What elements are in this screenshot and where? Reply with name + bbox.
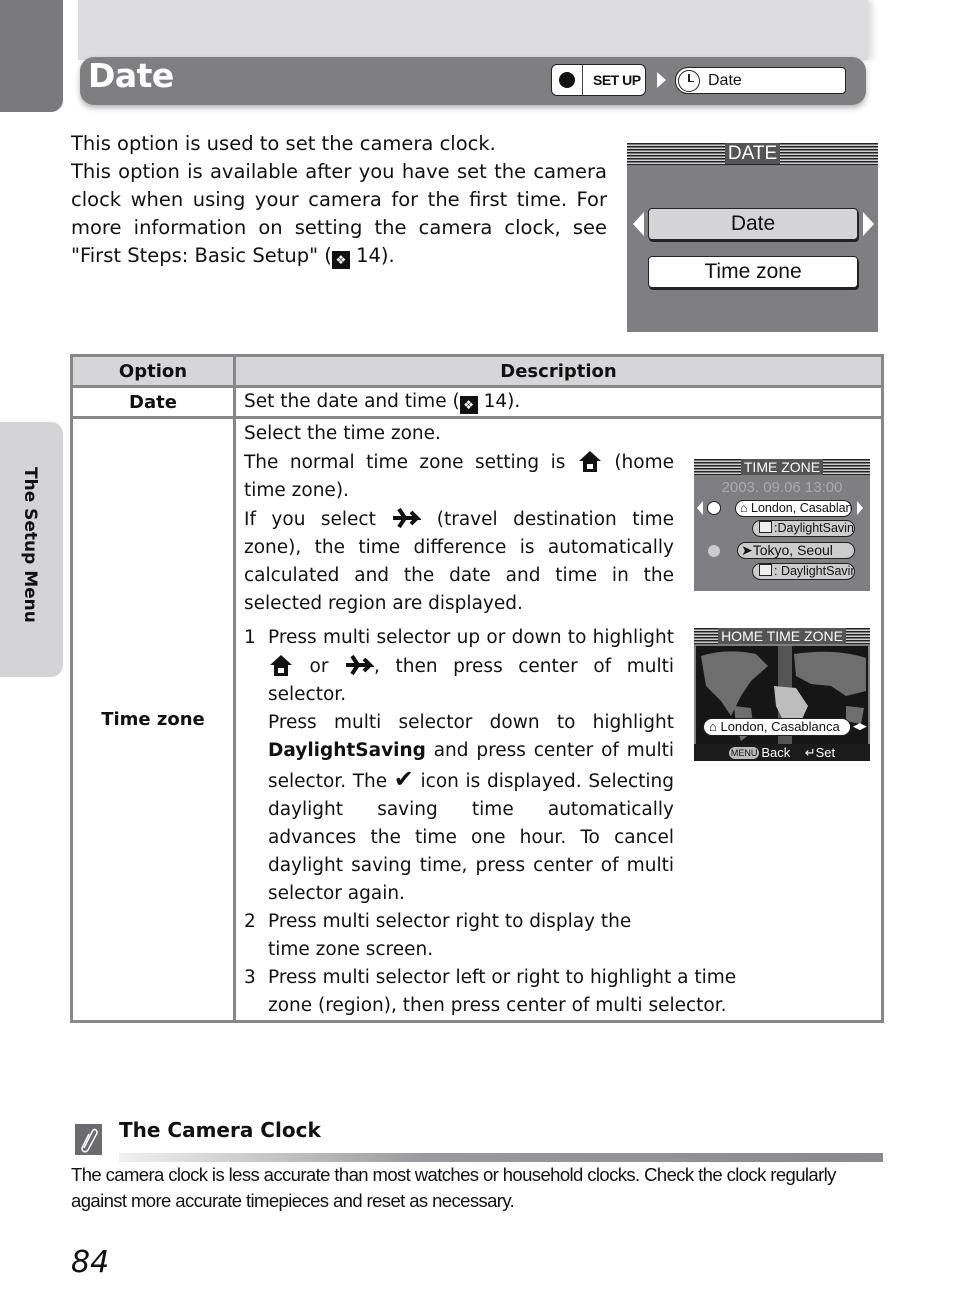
airplane-icon	[346, 654, 375, 676]
region-pill[interactable]: ⌂ London, Casablanca	[703, 718, 851, 736]
table-row: Date Set the date and time (❖ 14).	[70, 385, 884, 419]
clock-icon	[678, 69, 700, 92]
steps-list: 1 Press multi selector up or down to high…	[244, 624, 674, 908]
radio-unselected-icon[interactable]	[708, 545, 720, 557]
left-arrow-icon	[697, 501, 703, 515]
table-header-row: Option Description	[70, 354, 884, 388]
header-description: Description	[233, 354, 884, 388]
tz-para-2: The normal time zone setting is (home ti…	[244, 448, 674, 505]
travel-zone-pill[interactable]: ➤Tokyo, Seoul	[737, 542, 855, 559]
checkbox-icon	[759, 564, 772, 576]
tz-para-1: Select the time zone.	[244, 423, 441, 444]
note-title: The Camera Clock	[119, 1118, 321, 1142]
note-body: The camera clock is less accurate than m…	[71, 1164, 836, 1211]
home-icon	[578, 451, 601, 472]
left-arrow-icon	[633, 212, 644, 236]
option-date: Date	[70, 385, 236, 419]
home-icon	[270, 655, 292, 676]
step-1: 1 Press multi selector up or down to high…	[244, 627, 674, 904]
home-dst-toggle[interactable]: :DaylightSaving	[752, 520, 855, 537]
book-reference-icon: ❖	[331, 251, 350, 269]
intro-text: This option is used to set the camera cl…	[71, 130, 607, 270]
screen-footer: MENU Back ↵Set	[694, 744, 870, 761]
page-title: Date	[88, 56, 174, 95]
checkbox-icon	[759, 521, 772, 533]
breadcrumb-date-label: Date	[708, 71, 742, 89]
back-label: Back	[761, 745, 791, 760]
steps-list-continued: 2 Press multi selector right to display t…	[244, 908, 759, 1020]
chapter-side-tab-label: The Setup Menu	[20, 467, 40, 623]
intro-line-2: This option is available after you have …	[71, 158, 607, 270]
step-2: 2 Press multi selector right to display t…	[244, 911, 632, 960]
right-arrow-icon	[863, 212, 874, 236]
screen-title: DATE	[627, 143, 878, 165]
breadcrumb-date-item: Date	[675, 67, 846, 94]
menu-button-icon: MENU	[728, 747, 760, 759]
right-arrow-icon	[857, 501, 863, 515]
tz-para-3: If you select (travel destination time z…	[244, 505, 674, 618]
travel-dst-toggle[interactable]: : DaylightSaving	[752, 563, 855, 580]
datetime-readout: 2003. 09.06 13:00	[721, 479, 843, 496]
intro-line-1: This option is used to set the camera cl…	[71, 132, 496, 155]
breadcrumb-setup-menu: SET UP	[551, 64, 646, 96]
option-time-zone: Time zone	[70, 416, 236, 1023]
step-3: 3 Press multi selector left or right to h…	[244, 967, 737, 1016]
set-label: Set	[815, 745, 836, 760]
breadcrumb-setup-label: SET UP	[593, 72, 641, 88]
breadcrumb-arrow-icon	[657, 72, 666, 88]
radio-selected-icon[interactable]	[707, 501, 721, 515]
home-zone-pill[interactable]: ⌂ London, Casablanca	[735, 500, 852, 517]
screen-title: HOME TIME ZONE	[694, 628, 870, 644]
header-option: Option	[70, 354, 236, 388]
chapter-side-tab: The Setup Menu	[0, 422, 63, 677]
header-background	[78, 0, 868, 60]
camera-screen-time-zone: TIME ZONE 2003. 09.06 13:00 ⌂ London, Ca…	[694, 459, 870, 591]
intro-line-2-ref: 14).	[349, 244, 395, 267]
menu-item-time-zone[interactable]: Time zone	[648, 256, 858, 288]
mode-dial-icon	[552, 65, 583, 95]
camera-screen-date-menu: DATE Date Time zone	[627, 143, 878, 332]
checkmark-icon: ✔	[393, 765, 414, 793]
screen-title: TIME ZONE	[694, 459, 870, 475]
description-date: Set the date and time (❖ 14).	[233, 385, 884, 419]
camera-screen-home-time-zone: HOME TIME ZONE ⌂ London, Casablanca ◀▶ M…	[694, 628, 870, 761]
enter-icon: ↵	[804, 745, 816, 760]
book-reference-icon: ❖	[459, 396, 478, 414]
note-paperclip-icon	[75, 1124, 102, 1155]
left-right-arrows-icon: ◀▶	[853, 721, 867, 731]
airplane-icon	[393, 507, 422, 529]
chapter-tab-top	[0, 0, 63, 112]
note-divider	[119, 1153, 883, 1162]
menu-item-date[interactable]: Date	[648, 208, 858, 240]
page-number: 84	[71, 1245, 110, 1280]
